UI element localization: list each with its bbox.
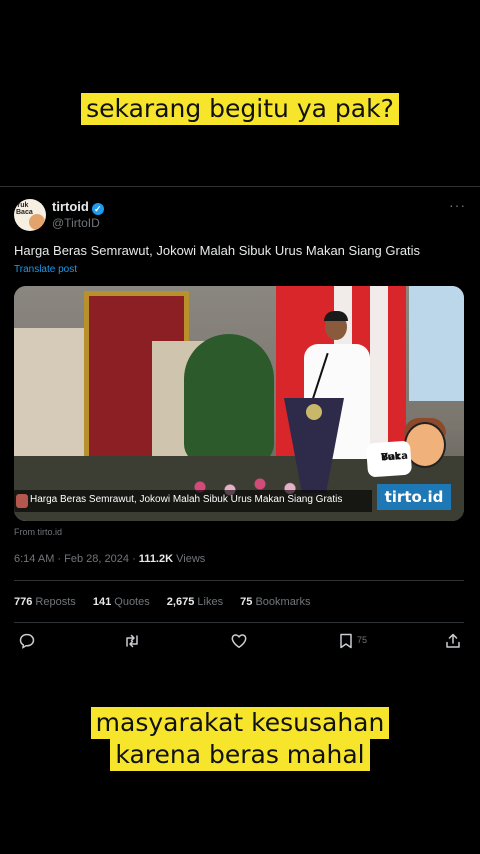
avatar[interactable]: Yuk Baca	[14, 199, 46, 231]
media-logo-card-text: Yuk Baca	[373, 448, 409, 464]
media-brand-logo: tirto.id	[377, 484, 451, 510]
caption-top: sekarang begitu ya pak?	[0, 93, 480, 125]
media-podium-emblem	[306, 404, 322, 420]
tweet-media[interactable]: Yuk Baca tirto.id Harga Beras Semrawut, J…	[14, 286, 464, 521]
display-name[interactable]: tirtoid ✓	[52, 199, 104, 215]
tweet-meta: 6:14 AM · Feb 28, 2024 · 111.2K Views	[14, 553, 205, 565]
reposts-label: Reposts	[35, 596, 76, 608]
bookmarks-count: 75	[240, 596, 253, 608]
meta-separator: ·	[132, 553, 136, 565]
like-icon[interactable]	[230, 632, 248, 652]
divider	[14, 622, 464, 623]
bookmarks-label: Bookmarks	[255, 596, 311, 608]
media-headline-bar: Harga Beras Semrawut, Jokowi Malah Sibuk…	[14, 490, 372, 512]
engagement-stats: 776 Reposts 141 Quotes 2,675 Likes 75 Bo…	[14, 596, 324, 608]
reposts-count: 776	[14, 596, 33, 608]
logo-card-line-2: Baca	[380, 450, 409, 464]
media-plant	[184, 334, 274, 464]
translate-post-link[interactable]: Translate post	[14, 264, 77, 275]
bookmarks-stat[interactable]: 75 Bookmarks	[240, 596, 310, 608]
media-speaker-hair	[324, 311, 348, 321]
meta-separator: ·	[57, 553, 62, 565]
verified-badge-icon: ✓	[91, 203, 104, 215]
more-icon[interactable]: ···	[449, 197, 466, 213]
avatar-text: Yuk Baca	[16, 202, 33, 216]
avatar-face	[29, 214, 45, 230]
tweet-text: Harga Beras Semrawut, Jokowi Malah Sibuk…	[14, 243, 421, 258]
media-headline-icon	[16, 494, 28, 508]
reply-icon[interactable]	[18, 632, 36, 652]
share-icon[interactable]	[444, 632, 462, 652]
divider	[14, 580, 464, 581]
caption-bottom-line-2: karena beras mahal	[110, 739, 370, 771]
tweet-time[interactable]: 6:14 AM	[14, 553, 54, 565]
user-handle[interactable]: @TirtoID	[52, 216, 100, 230]
bookmark-count: 75	[357, 635, 368, 645]
repost-icon[interactable]	[123, 632, 141, 652]
quotes-count: 141	[92, 596, 112, 608]
caption-top-text: sekarang begitu ya pak?	[81, 93, 399, 125]
bookmark-icon[interactable]: 75	[337, 632, 367, 652]
media-window	[409, 286, 464, 401]
source-link[interactable]: From tirto.id	[14, 527, 62, 537]
views-count: 111.2K	[138, 553, 174, 565]
likes-label: Likes	[197, 596, 224, 608]
reposts-stat[interactable]: 776 Reposts	[14, 596, 76, 608]
media-logo-card: Yuk Baca	[365, 440, 413, 478]
views-label: Views	[176, 553, 206, 565]
display-name-text: tirtoid	[52, 199, 89, 214]
quotes-stat[interactable]: 141 Quotes	[93, 596, 150, 608]
tweet-date[interactable]: Feb 28, 2024	[64, 553, 129, 565]
quotes-label: Quotes	[114, 596, 150, 608]
action-bar: 75	[0, 632, 480, 652]
likes-count: 2,675	[166, 596, 195, 608]
media-headline-text: Harga Beras Semrawut, Jokowi Malah Sibuk…	[30, 494, 343, 505]
caption-bottom: masyarakat kesusahan karena beras mahal	[0, 707, 480, 771]
likes-stat[interactable]: 2,675 Likes	[167, 596, 223, 608]
caption-bottom-line-1: masyarakat kesusahan	[90, 707, 390, 739]
